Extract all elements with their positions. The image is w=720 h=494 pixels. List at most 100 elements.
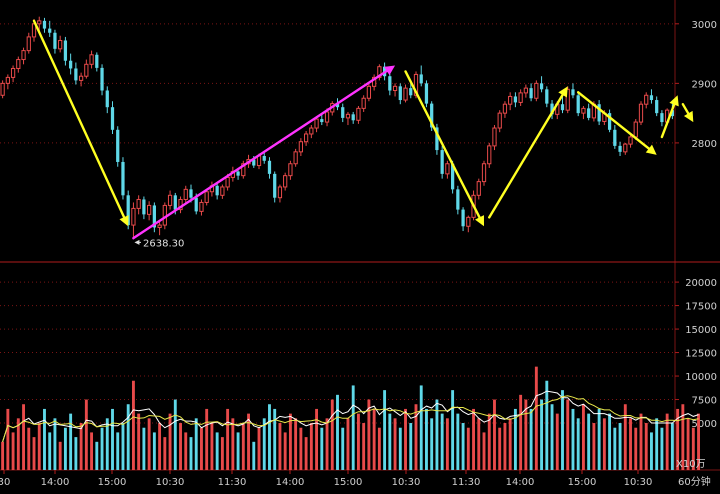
candle-body-up xyxy=(131,207,136,226)
candle-body-down xyxy=(267,160,272,174)
volume-bar xyxy=(341,427,345,470)
candle-body-up xyxy=(26,36,31,52)
volume-bar xyxy=(131,380,135,470)
volume-bar xyxy=(665,413,669,470)
volume-bar xyxy=(482,432,486,470)
period-label: 60分钟 xyxy=(678,475,711,488)
candle-body-up xyxy=(0,82,5,96)
volume-bar xyxy=(508,418,512,470)
candle-body-up xyxy=(157,224,162,228)
candle-body-up xyxy=(623,143,628,153)
volume-bar xyxy=(278,423,282,470)
candle-body-up xyxy=(518,92,523,103)
candle-body-down xyxy=(618,145,622,152)
volume-bar xyxy=(147,418,151,470)
price-tick-label: 3000 xyxy=(692,20,717,31)
time-tick-label: 10:30 xyxy=(392,477,421,488)
candle-body-up xyxy=(78,75,84,81)
candle-body-up xyxy=(502,103,508,114)
candle-body-up xyxy=(487,145,492,165)
volume-bar xyxy=(74,437,78,470)
volume-tick-label: 7500 xyxy=(692,396,717,407)
candle-body-up xyxy=(534,82,539,99)
volume-bar xyxy=(623,404,627,470)
candle-body-up xyxy=(309,127,314,135)
volume-bar xyxy=(37,423,41,470)
candle-body-up xyxy=(366,85,372,99)
candle-body-down xyxy=(655,100,659,114)
volume-bar xyxy=(346,418,350,470)
candle-body-down xyxy=(545,89,549,104)
candle-body-down xyxy=(273,173,277,198)
volume-bar xyxy=(126,404,130,470)
candle-body-down xyxy=(649,95,654,101)
volume-bar xyxy=(419,385,423,470)
candle-body-up xyxy=(476,181,481,196)
candle-body-up xyxy=(89,54,94,65)
volume-bar xyxy=(425,408,428,470)
candle-body-down xyxy=(613,129,617,146)
volume-bar xyxy=(571,408,575,470)
candle-body-up xyxy=(5,76,10,84)
trend-arrow-shaft xyxy=(32,19,126,219)
volume-bar xyxy=(650,432,653,470)
volume-bar xyxy=(116,432,120,470)
volume-bar xyxy=(550,404,554,470)
candle-body-up xyxy=(277,186,283,199)
time-tick-label: 30 xyxy=(0,477,10,488)
volume-bar xyxy=(472,408,475,470)
candle-body-up xyxy=(288,163,293,177)
volume-bar xyxy=(205,408,209,470)
candle-body-down xyxy=(660,113,664,123)
volume-bar xyxy=(493,399,496,470)
low-price-label: 2638.30 xyxy=(143,238,184,249)
volume-bar xyxy=(336,394,339,470)
volume-bar xyxy=(231,418,235,470)
price-tick-label: 2900 xyxy=(692,79,717,90)
volume-bar xyxy=(325,418,329,470)
volume-bar xyxy=(95,441,99,470)
volume-bar xyxy=(142,427,146,470)
candle-body-up xyxy=(466,216,471,227)
volume-multiplier-label: X10万 xyxy=(676,459,706,470)
volume-series xyxy=(1,366,700,470)
time-tick-label: 14:00 xyxy=(41,477,70,488)
volume-bar xyxy=(613,427,617,470)
volume-bar xyxy=(555,413,559,470)
candle-body-up xyxy=(298,141,303,153)
volume-bar xyxy=(487,413,491,470)
volume-bar xyxy=(519,394,523,470)
volume-bar xyxy=(189,437,193,470)
volume-bar xyxy=(618,423,622,470)
candle-body-up xyxy=(293,151,298,165)
volume-bar xyxy=(168,413,172,470)
candle-body-down xyxy=(194,197,198,212)
volume-bar xyxy=(540,399,544,470)
volume-bar xyxy=(53,418,57,470)
volume-bar xyxy=(320,427,324,470)
chart-canvas: 3000 2900 2800 20000 17500 15000 12500 10000 75… xyxy=(0,0,720,488)
volume-bar xyxy=(111,408,114,470)
volume-bar xyxy=(22,404,25,470)
candle-body-up xyxy=(10,67,16,78)
candle-body-down xyxy=(409,88,413,96)
volume-bar xyxy=(247,413,250,470)
volume-bar xyxy=(1,441,5,470)
candle-body-down xyxy=(440,150,444,174)
candle-body-up xyxy=(523,87,528,94)
candle-body-up xyxy=(136,198,141,209)
candle-body-up xyxy=(162,204,167,226)
candle-body-up xyxy=(481,163,487,183)
volume-bar xyxy=(529,408,533,470)
volume-bar xyxy=(11,432,15,470)
time-axis: 30 14:00 15:00 10:30 11:30 14:00 15:00 10:30 11:… xyxy=(0,470,652,488)
volume-bar xyxy=(179,423,182,470)
volume-bar xyxy=(226,408,230,470)
volume-bar xyxy=(137,413,141,470)
trend-arrow-shaft xyxy=(404,70,481,219)
candle-body-up xyxy=(356,107,361,121)
volume-bar xyxy=(268,404,271,470)
candle-body-down xyxy=(100,67,104,91)
volume-bar xyxy=(330,399,334,470)
volume-bar xyxy=(262,418,266,470)
